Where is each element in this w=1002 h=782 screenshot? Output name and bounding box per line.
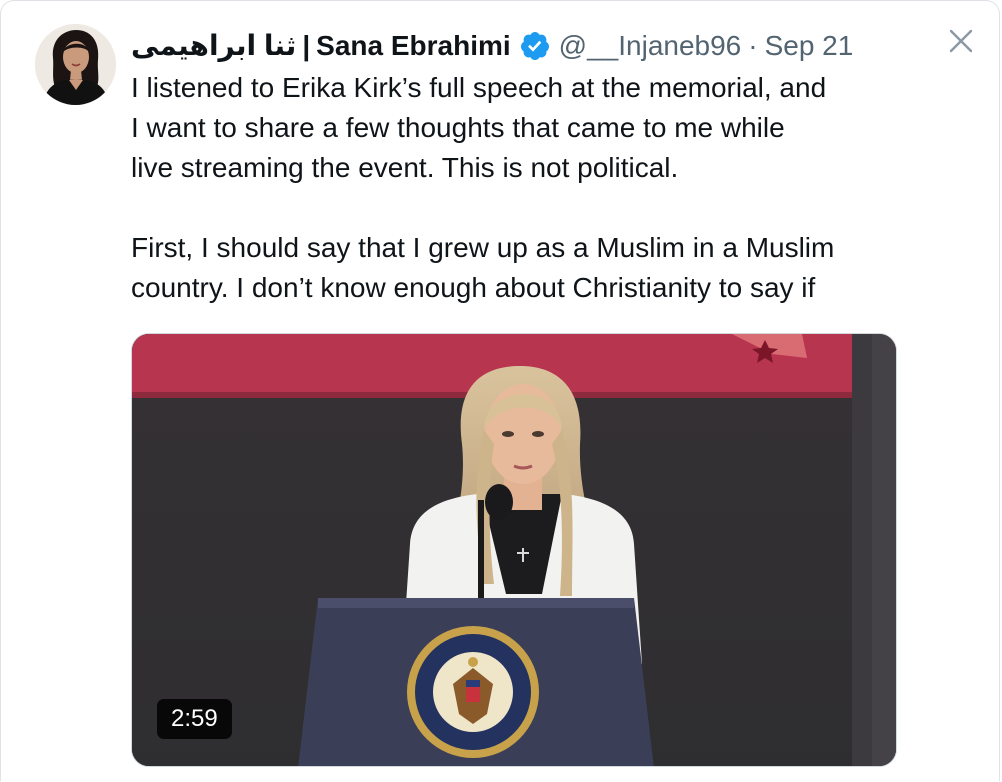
tweet-paragraph-2: First, I should say that I grew up as a … [131, 232, 835, 303]
video-frame [132, 334, 896, 766]
name-separator: | [302, 30, 311, 61]
tweet-header: ثنا ابراهیمی | Sana Ebrahimi @__Injaneb9… [131, 26, 853, 66]
tweet-date[interactable]: Sep 21 [765, 26, 854, 66]
tweet-paragraph-1: I listened to Erika Kirk’s full speech a… [131, 72, 827, 183]
video-duration: 2:59 [157, 699, 232, 739]
close-icon[interactable] [946, 26, 976, 56]
video-player[interactable] [131, 333, 897, 767]
avatar[interactable] [35, 24, 116, 105]
user-handle[interactable]: @__Injaneb96 [559, 26, 742, 66]
tweet-text: I listened to Erika Kirk’s full speech a… [131, 68, 931, 308]
header-dot: · [748, 30, 758, 61]
verified-badge-icon[interactable] [519, 30, 551, 62]
display-name[interactable]: Sana Ebrahimi [316, 26, 511, 66]
display-name-persian[interactable]: ثنا ابراهیمی [131, 26, 296, 66]
